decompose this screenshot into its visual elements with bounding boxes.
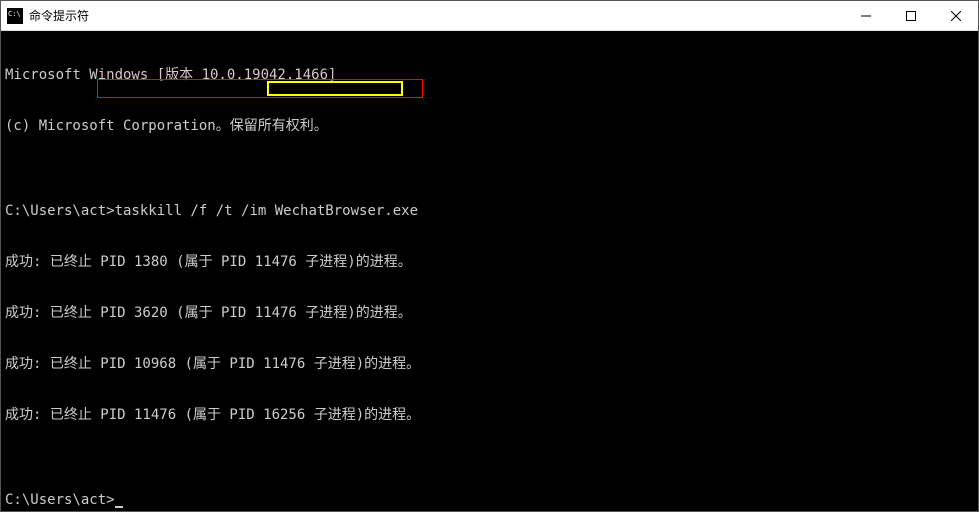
- minimize-button[interactable]: [843, 1, 888, 30]
- terminal-output: 成功: 已终止 PID 10968 (属于 PID 11476 子进程)的进程。: [5, 356, 974, 373]
- cmd-window: 命令提示符 Microsoft Windows [版本 10.0.19042.1…: [0, 0, 979, 512]
- terminal-line: (c) Microsoft Corporation。保留所有权利。: [5, 118, 974, 135]
- terminal-command-line: C:\Users\act>taskkill /f /t /im WechatBr…: [5, 203, 974, 220]
- terminal-output: 成功: 已终止 PID 11476 (属于 PID 16256 子进程)的进程。: [5, 407, 974, 424]
- terminal-output: 成功: 已终止 PID 1380 (属于 PID 11476 子进程)的进程。: [5, 254, 974, 271]
- window-title: 命令提示符: [29, 7, 89, 24]
- terminal-line: Microsoft Windows [版本 10.0.19042.1466]: [5, 67, 974, 84]
- terminal-area[interactable]: Microsoft Windows [版本 10.0.19042.1466] (…: [1, 31, 978, 511]
- command-arg: WechatBrowser.exe: [275, 203, 418, 219]
- terminal-output: 成功: 已终止 PID 3620 (属于 PID 11476 子进程)的进程。: [5, 305, 974, 322]
- maximize-button[interactable]: [888, 1, 933, 30]
- prompt-text: C:\Users\act>: [5, 203, 115, 219]
- close-button[interactable]: [933, 1, 978, 30]
- terminal-prompt-line: C:\Users\act>: [5, 492, 974, 509]
- titlebar[interactable]: 命令提示符: [1, 1, 978, 31]
- cursor-icon: [115, 506, 123, 508]
- window-controls: [843, 1, 978, 30]
- prompt-text: C:\Users\act>: [5, 492, 115, 508]
- command-text: taskkill /f /t /im: [115, 203, 275, 219]
- cmd-icon: [7, 8, 23, 24]
